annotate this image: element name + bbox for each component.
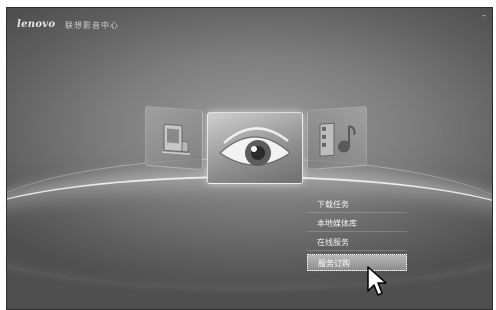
menu-item-local-media[interactable]: 本地媒体库 xyxy=(307,215,407,232)
lenovo-logo: lenovo xyxy=(17,19,56,30)
carousel-tile-eye[interactable] xyxy=(207,112,303,184)
carousel-tile-computer[interactable] xyxy=(145,105,203,171)
computer-icon xyxy=(162,123,190,155)
minimize-button[interactable]: – xyxy=(482,12,486,20)
glow-arc xyxy=(7,176,492,288)
carousel-tile-media[interactable] xyxy=(307,105,367,171)
app-window: lenovo 联想影音中心 – 下载任务 本地媒体库 在线服务 服务订购 xyxy=(6,7,493,310)
menu-item-label: 本地媒体库 xyxy=(317,219,357,228)
mouse-cursor-icon xyxy=(367,266,387,296)
menu-item-label: 下载任务 xyxy=(317,200,349,209)
window-controls: – xyxy=(482,12,486,20)
menu-item-online-service[interactable]: 在线服务 xyxy=(307,234,407,251)
menu-item-download-tasks[interactable]: 下载任务 xyxy=(307,196,407,213)
title-bar: lenovo 联想影音中心 – xyxy=(7,8,492,36)
menu-item-label: 服务订购 xyxy=(318,259,350,268)
film-music-icon xyxy=(319,122,356,157)
app-title: 联想影音中心 xyxy=(65,21,119,30)
menu-item-label: 在线服务 xyxy=(317,238,349,247)
eye-icon xyxy=(219,127,291,166)
menu-item-service-order[interactable]: 服务订购 xyxy=(307,254,407,271)
